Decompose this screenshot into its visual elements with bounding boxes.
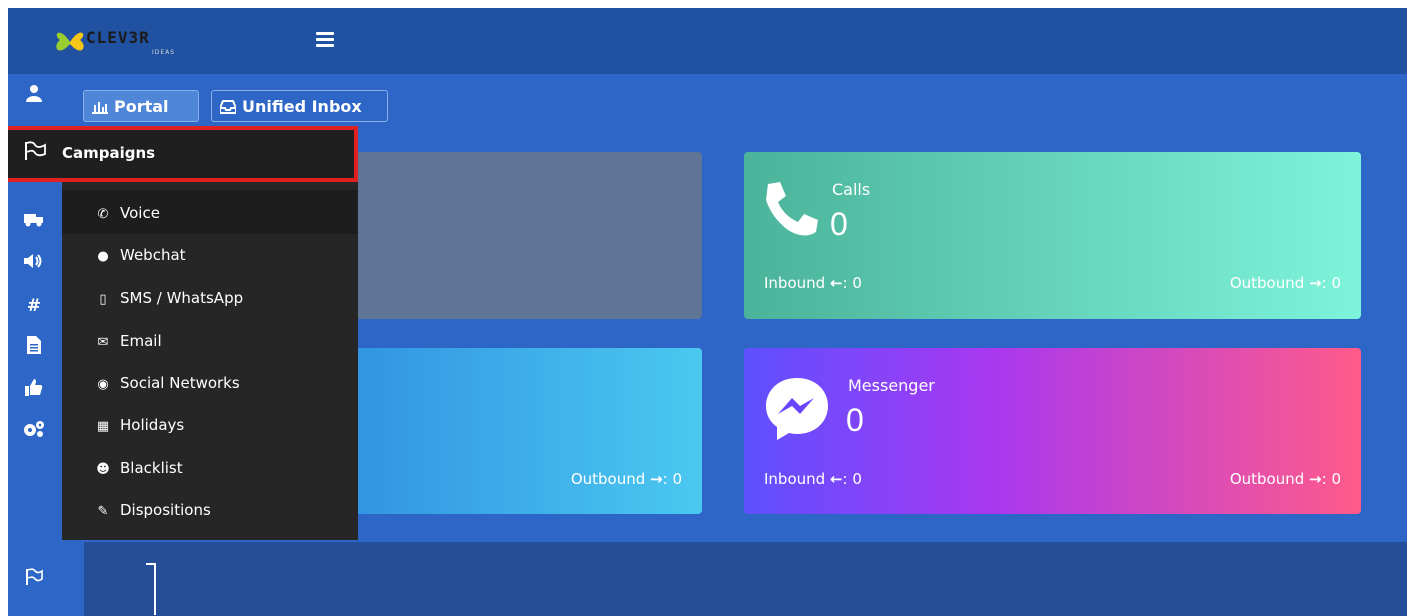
messenger-outbound: Outbound →: 0 — [1229, 470, 1341, 488]
messenger-title: Messenger — [848, 376, 935, 395]
tab-portal[interactable]: Portal — [83, 90, 199, 122]
bottom-panel — [84, 542, 1407, 616]
user-block-icon: ☻ — [96, 462, 110, 477]
tab-portal-label: Portal — [114, 97, 169, 116]
highlight-box — [8, 126, 358, 182]
phone-icon — [766, 182, 818, 236]
mobile-icon: ▯ — [99, 292, 107, 307]
calls-value: 0 — [830, 206, 848, 242]
tab-inbox-label: Unified Inbox — [242, 97, 362, 116]
calls-card: Calls 0 Inbound ←: 0 Outbound →: 0 — [744, 152, 1361, 319]
pencil-icon: ✎ — [97, 504, 109, 519]
logo-text: CLEV3R — [86, 28, 150, 47]
hamburger-menu-icon[interactable] — [316, 32, 334, 48]
top-bar: CLEV3R IDEAS — [8, 8, 1407, 74]
messenger-card: Messenger 0 Inbound ←: 0 Outbound →: 0 — [744, 348, 1361, 514]
messenger-inbound: Inbound ←: 0 — [764, 470, 862, 488]
volume-icon[interactable] — [22, 252, 46, 276]
butterfly-logo-icon — [56, 32, 84, 51]
file-icon[interactable] — [22, 336, 46, 360]
menu-item-holidays[interactable]: ▦ Holidays — [94, 414, 184, 436]
globe-icon: ◉ — [97, 377, 109, 392]
cogs-icon[interactable] — [22, 420, 46, 444]
channel-card-blue: Outbound →: 0 — [308, 348, 702, 514]
app-frame: CLEV3R IDEAS # Portal Unified Inbox Call… — [8, 8, 1407, 616]
menu-item-social-networks[interactable]: ◉ Social Networks — [94, 372, 239, 394]
menu-item-email[interactable]: ✉ Email — [94, 330, 162, 352]
calls-outbound: Outbound →: 0 — [1229, 274, 1341, 292]
messenger-value: 0 — [846, 402, 864, 438]
envelope-icon: ✉ — [97, 335, 109, 350]
bar-chart-icon — [92, 102, 108, 114]
calls-title: Calls — [832, 180, 871, 199]
chat-icon: ● — [97, 249, 109, 264]
thumbs-up-icon[interactable] — [22, 378, 46, 402]
truck-icon[interactable] — [22, 210, 46, 234]
bracket-mark — [146, 563, 156, 615]
flag-icon[interactable] — [22, 568, 46, 592]
menu-item-blacklist[interactable]: ☻ Blacklist — [94, 457, 182, 479]
menu-item-dispositions[interactable]: ✎ Dispositions — [94, 499, 211, 521]
menu-item-webchat[interactable]: ● Webchat — [94, 244, 185, 266]
menu-item-voice[interactable]: ✆ Voice — [94, 202, 160, 224]
hashtag-icon[interactable]: # — [22, 294, 46, 318]
calendar-icon: ▦ — [96, 419, 110, 434]
blue-outbound: Outbound →: 0 — [570, 470, 682, 488]
messenger-icon — [766, 378, 828, 440]
inbox-icon — [219, 100, 237, 114]
user-icon[interactable] — [22, 84, 46, 108]
tab-unified-inbox[interactable]: Unified Inbox — [211, 90, 388, 122]
menu-item-sms-whatsapp[interactable]: ▯ SMS / WhatsApp — [94, 287, 243, 309]
calls-inbound: Inbound ←: 0 — [764, 274, 862, 292]
logo-subtitle: IDEAS — [152, 49, 176, 56]
app-logo[interactable]: CLEV3R IDEAS — [52, 22, 212, 62]
phone-icon: ✆ — [97, 207, 109, 222]
stat-card-gray — [308, 152, 702, 319]
rail-bottom — [8, 542, 84, 616]
